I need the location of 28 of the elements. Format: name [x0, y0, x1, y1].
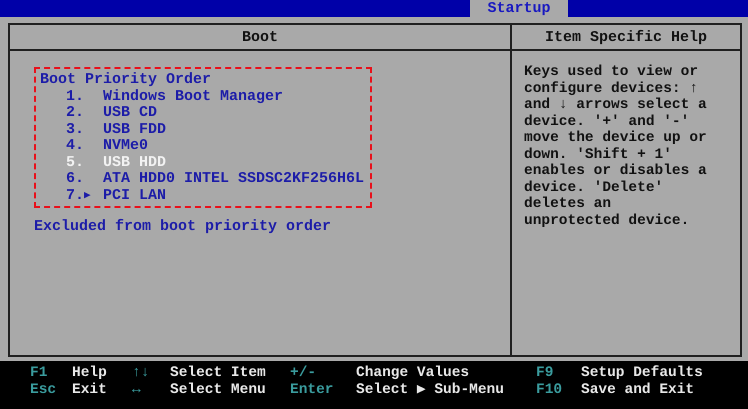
- key-action: Select Item: [170, 365, 267, 382]
- boot-device-item[interactable]: 1. Windows Boot Manager: [40, 88, 364, 105]
- boot-device-item[interactable]: 3. USB FDD: [40, 122, 364, 138]
- key-action: Change Values: [356, 365, 470, 382]
- key-label: ↔: [132, 382, 142, 399]
- key-label: F1: [30, 365, 48, 382]
- key-label: Enter: [290, 382, 335, 399]
- key-action: Select ▶ Sub-Menu: [356, 382, 505, 399]
- key-action: Exit: [72, 382, 108, 399]
- key-label: +/-: [290, 365, 318, 382]
- key-action: Setup Defaults: [581, 365, 704, 382]
- panel-header: Item Specific Help: [512, 25, 740, 51]
- key-label: ↑↓: [132, 365, 150, 382]
- boot-device-item[interactable]: 7.▶ PCI LAN: [40, 188, 364, 204]
- boot-device-item[interactable]: 6. ATA HDD0 INTEL SSDSC2KF256H6L: [40, 171, 364, 188]
- key-action: Select Menu: [170, 382, 267, 399]
- key-label: F9: [536, 365, 554, 382]
- key-action: Save and Exit: [581, 382, 696, 399]
- help-text: Keys used to view or configure devices: ↑ and ↓ arrows select a device. '+' and '-' move the device up or down. 'Shift + 1' enables or disables a device. 'Delete' deletes an unprotected device.: [524, 64, 708, 229]
- boot-device-item[interactable]: 2. USB CD: [40, 105, 364, 122]
- group-title: Boot Priority Order: [40, 72, 212, 88]
- menu-tab[interactable]: Startup: [470, 0, 568, 17]
- key-label: Esc: [30, 382, 58, 399]
- panel-header: Boot: [10, 25, 512, 51]
- key-label: F10: [536, 382, 564, 399]
- boot-device-item[interactable]: 4. NVMe0: [40, 138, 364, 154]
- group-title: Excluded from boot priority order: [34, 218, 332, 235]
- key-action: Help: [72, 365, 108, 382]
